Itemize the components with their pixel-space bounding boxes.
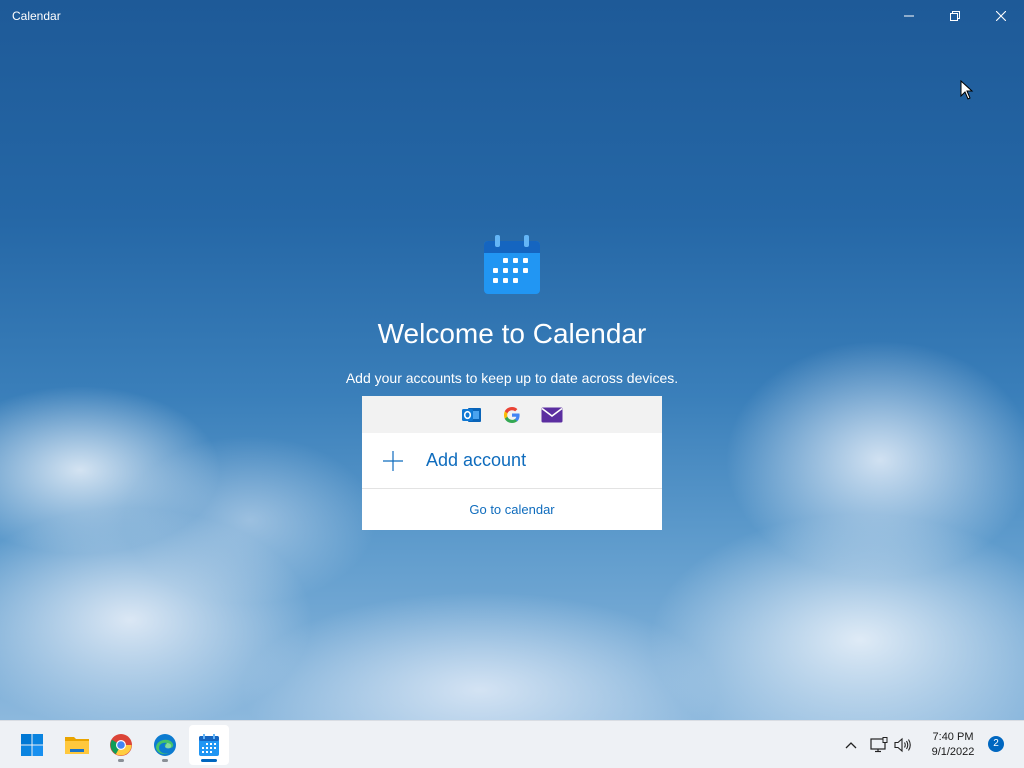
chrome-icon xyxy=(110,734,132,756)
plus-icon xyxy=(383,450,403,471)
minimize-icon xyxy=(904,15,914,17)
restore-button[interactable] xyxy=(932,0,978,32)
clock[interactable]: 7:40 PM 9/1/2022 xyxy=(920,730,986,760)
notification-badge[interactable]: 2 xyxy=(988,736,1004,752)
start-icon xyxy=(21,734,43,756)
add-account-card: Add account Go to calendar xyxy=(362,396,662,530)
calendar-app-window: Calendar Welcome to Calendar Add your ac… xyxy=(0,0,1024,720)
clock-date: 9/1/2022 xyxy=(931,746,975,758)
minimize-button[interactable] xyxy=(886,0,932,32)
taskbar-chrome[interactable] xyxy=(101,725,141,765)
network-icon xyxy=(870,737,888,753)
taskbar-edge[interactable] xyxy=(145,725,185,765)
active-indicator xyxy=(201,759,217,762)
show-hidden-icons-button[interactable] xyxy=(841,735,861,755)
running-indicator xyxy=(118,759,124,762)
file-explorer-icon xyxy=(65,737,89,754)
edge-icon xyxy=(154,734,176,756)
volume-icon xyxy=(894,737,911,753)
mouse-cursor-icon xyxy=(960,80,974,100)
title-bar: Calendar xyxy=(0,0,1024,32)
window-title: Calendar xyxy=(12,9,61,23)
taskbar-calendar[interactable] xyxy=(189,725,229,765)
restore-icon xyxy=(950,11,960,21)
mail-icon xyxy=(541,404,563,426)
close-icon xyxy=(996,11,1006,21)
welcome-title: Welcome to Calendar xyxy=(377,318,647,349)
chevron-up-icon xyxy=(845,742,857,749)
taskbar-file-explorer[interactable] xyxy=(57,725,97,765)
close-button[interactable] xyxy=(978,0,1024,32)
calendar-app-icon xyxy=(199,734,219,756)
volume-button[interactable] xyxy=(893,735,913,755)
clock-time: 7:40 PM xyxy=(932,731,974,743)
outlook-icon xyxy=(461,404,483,426)
add-account-label: Add account xyxy=(426,450,527,470)
account-providers-row xyxy=(362,396,662,433)
google-icon xyxy=(501,404,523,426)
running-indicator xyxy=(162,759,168,762)
add-account-button[interactable]: Add account xyxy=(362,433,662,489)
taskbar: 7:40 PM 9/1/2022 xyxy=(0,720,1024,768)
welcome-subtitle: Add your accounts to keep up to date acr… xyxy=(345,370,679,386)
network-button[interactable] xyxy=(869,735,889,755)
calendar-logo-icon xyxy=(484,235,540,294)
go-to-calendar-link[interactable]: Go to calendar xyxy=(362,489,662,529)
start-button[interactable] xyxy=(12,725,52,765)
